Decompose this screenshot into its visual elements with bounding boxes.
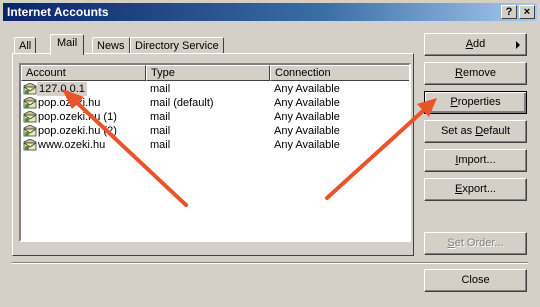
set-order-button-label: Set Order... [447, 237, 504, 249]
close-button[interactable]: Close [424, 269, 527, 292]
export-button-label: Export... [455, 183, 496, 195]
properties-button[interactable]: Properties [424, 91, 527, 114]
account-type: mail [150, 111, 171, 123]
account-name: pop.ozeki.hu [38, 97, 101, 109]
account-connection: Any Available [274, 97, 340, 109]
tab-directory-service-label: Directory Service [135, 40, 219, 52]
account-name: pop.ozeki.hu (2) [38, 125, 117, 137]
tab-news-label: News [97, 40, 125, 52]
list-item[interactable]: pop.ozeki.hu (2) mail Any Available [21, 124, 401, 138]
remove-button-label: Remove [455, 67, 496, 79]
column-type-label: Type [151, 67, 175, 79]
account-type: mail [150, 125, 171, 137]
help-icon: ? [505, 6, 513, 18]
internet-accounts-dialog: Internet Accounts ? × All Mail News Dire… [0, 0, 540, 307]
help-button[interactable]: ? [501, 5, 517, 19]
mail-account-icon [23, 83, 37, 95]
set-as-default-button[interactable]: Set as Default [424, 120, 527, 143]
list-item[interactable]: pop.ozeki.hu (1) mail Any Available [21, 110, 401, 124]
tab-all-label: All [19, 40, 32, 52]
submenu-arrow-icon [516, 41, 520, 49]
set-as-default-button-label: Set as Default [440, 125, 511, 137]
close-icon: × [523, 6, 531, 18]
column-account[interactable]: Account [21, 65, 146, 81]
mail-account-icon [23, 111, 37, 123]
account-name: www.ozeki.hu [38, 139, 106, 151]
window-title: Internet Accounts [7, 5, 109, 19]
account-connection: Any Available [274, 83, 340, 95]
account-type: mail [150, 83, 171, 95]
mail-account-icon [23, 139, 37, 151]
tab-mail[interactable]: Mail [50, 34, 85, 55]
account-connection: Any Available [274, 111, 340, 123]
close-window-button[interactable]: × [519, 5, 535, 19]
column-connection-label: Connection [275, 67, 331, 79]
column-type[interactable]: Type [146, 65, 270, 81]
column-connection[interactable]: Connection [270, 65, 409, 81]
properties-button-label: Properties [450, 96, 501, 108]
account-name: 127.0.0.1 [37, 82, 87, 96]
account-connection: Any Available [274, 125, 340, 137]
list-item[interactable]: www.ozeki.hu mail Any Available [21, 138, 401, 152]
accounts-list[interactable]: Account Type Connection 127.0.0.1 mail A… [19, 63, 411, 242]
column-account-label: Account [26, 67, 66, 79]
account-name: pop.ozeki.hu (1) [38, 111, 117, 123]
export-button[interactable]: Export... [424, 178, 527, 201]
remove-button[interactable]: Remove [424, 62, 527, 85]
add-button[interactable]: Add [424, 33, 527, 56]
import-button[interactable]: Import... [424, 149, 527, 172]
import-button-label: Import... [455, 154, 496, 166]
add-button-label: Add [465, 38, 486, 50]
list-header: Account Type Connection [21, 65, 409, 81]
set-order-button: Set Order... [424, 232, 527, 255]
tab-mail-label: Mail [57, 37, 78, 49]
separator [12, 262, 528, 264]
account-connection: Any Available [274, 139, 340, 151]
account-type: mail [150, 139, 171, 151]
account-type: mail (default) [150, 97, 214, 109]
list-item[interactable]: pop.ozeki.hu mail (default) Any Availabl… [21, 96, 401, 110]
mail-account-icon [23, 125, 37, 137]
close-button-label: Close [461, 274, 490, 286]
title-bar[interactable]: Internet Accounts ? × [3, 3, 537, 21]
mail-account-icon [23, 97, 37, 109]
list-item[interactable]: 127.0.0.1 mail Any Available [21, 82, 401, 96]
